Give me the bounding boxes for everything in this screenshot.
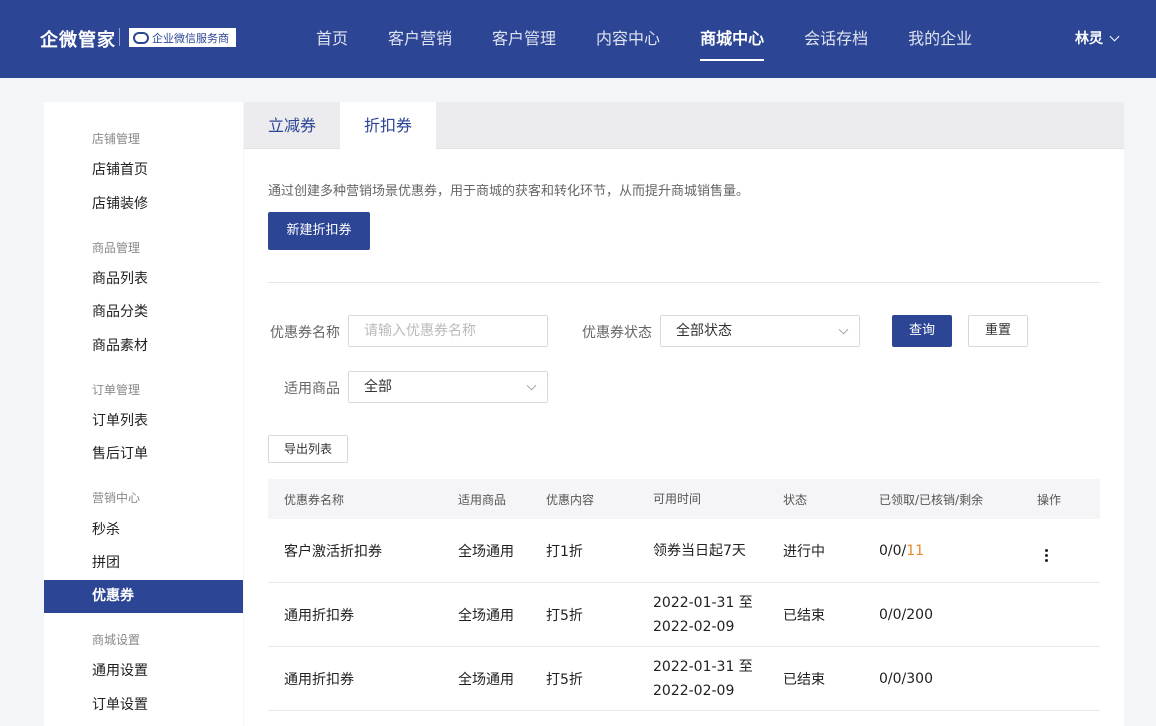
- applicable-goods-value: 全部: [364, 379, 392, 395]
- coupon-status-label: 优惠券状态: [582, 325, 652, 341]
- coupon-table: 优惠券名称 适用商品 优惠内容 可用时间 状态 已领取/已核销/剩余 操作 客户…: [268, 479, 1100, 711]
- cell-counts: 0/0/300: [879, 670, 933, 687]
- user-menu[interactable]: 林灵: [1075, 28, 1120, 48]
- main-nav: 首页 客户营销 客户管理 内容中心 商城中心 会话存档 我的企业: [296, 0, 992, 78]
- cell-time: 2022-01-31 至 2022-02-09: [653, 591, 783, 639]
- partner-badge-label: 企业微信服务商: [152, 31, 229, 45]
- sidebar-item-goods-material[interactable]: 商品素材: [44, 330, 243, 363]
- sidebar-item-flash-sale[interactable]: 秒杀: [44, 514, 243, 547]
- col-header-discount: 优惠内容: [546, 492, 595, 507]
- sidebar-group-orders: 订单管理: [92, 383, 141, 397]
- sidebar-group-store: 店铺管理: [92, 132, 141, 146]
- top-navbar: 企微管家 企业微信服务商 首页 客户营销 客户管理 内容中心 商城中心 会话存档…: [0, 0, 1156, 78]
- cell-counts-remaining: 11: [906, 542, 925, 559]
- applicable-goods-select[interactable]: 全部: [348, 371, 548, 403]
- cell-time: 领券当日起7天: [653, 539, 783, 563]
- coupon-status-value: 全部状态: [676, 323, 732, 339]
- export-list-button[interactable]: 导出列表: [268, 435, 348, 463]
- cell-goods: 全场通用: [458, 671, 514, 688]
- table-row: 通用折扣券 全场通用 打5折 2022-01-31 至 2022-02-09 已…: [268, 647, 1100, 711]
- cell-time-line1: 2022-01-31 至: [653, 594, 753, 611]
- coupon-name-input[interactable]: 请输入优惠券名称: [348, 315, 548, 347]
- applicable-goods-label: 适用商品: [284, 381, 340, 397]
- cell-name: 通用折扣券: [284, 607, 354, 624]
- col-header-goods: 适用商品: [458, 492, 507, 507]
- cell-status: 已结束: [783, 607, 825, 624]
- cell-time-line1: 2022-01-31 至: [653, 658, 753, 675]
- table-row: 通用折扣券 全场通用 打5折 2022-01-31 至 2022-02-09 已…: [268, 583, 1100, 647]
- main-panel: 立减券 折扣券 通过创建多种营销场景优惠券，用于商城的获客和转化环节，从而提升商…: [244, 102, 1124, 726]
- tab-instant-discount[interactable]: 立减券: [244, 102, 340, 149]
- col-header-time: 可用时间: [653, 492, 702, 506]
- cell-counts-prefix: 0/0/: [879, 542, 907, 559]
- col-header-counts: 已领取/已核销/剩余: [879, 492, 984, 507]
- nav-my-enterprise[interactable]: 我的企业: [888, 0, 992, 78]
- cell-status: 进行中: [783, 543, 825, 560]
- cell-name: 通用折扣券: [284, 671, 354, 688]
- chevron-down-icon: [526, 380, 537, 391]
- user-name: 林灵: [1075, 31, 1103, 47]
- more-actions-icon[interactable]: [1045, 548, 1048, 562]
- tab-discount-coupon[interactable]: 折扣券: [340, 102, 437, 149]
- sidebar-item-order-settings[interactable]: 订单设置: [44, 689, 243, 722]
- chevron-down-icon: [1109, 31, 1120, 41]
- cell-status: 已结束: [783, 671, 825, 688]
- nav-customer-management[interactable]: 客户管理: [472, 0, 576, 78]
- sidebar: 店铺管理 店铺首页 店铺装修 商品管理 商品列表 商品分类 商品素材 订单管理 …: [44, 102, 243, 726]
- sidebar-group-marketing: 营销中心: [92, 491, 141, 505]
- table-row: 客户激活折扣券 全场通用 打1折 领券当日起7天 进行中 0/0/11: [268, 519, 1100, 583]
- cell-discount: 打5折: [546, 607, 583, 624]
- coupon-name-label: 优惠券名称: [270, 325, 340, 341]
- cell-time-line2: 2022-02-09: [653, 682, 735, 699]
- cell-goods: 全场通用: [458, 543, 514, 560]
- sidebar-item-after-sales[interactable]: 售后订单: [44, 438, 243, 471]
- coupon-tabs: 立减券 折扣券: [244, 102, 1124, 149]
- col-header-name: 优惠券名称: [284, 492, 345, 507]
- cell-discount: 打5折: [546, 671, 583, 688]
- reset-button[interactable]: 重置: [968, 315, 1028, 347]
- sidebar-item-coupons[interactable]: 优惠券: [44, 580, 243, 613]
- nav-content-center[interactable]: 内容中心: [576, 0, 680, 78]
- nav-mall-center[interactable]: 商城中心: [680, 0, 784, 78]
- page-description: 通过创建多种营销场景优惠券，用于商城的获客和转化环节，从而提升商城销售量。: [268, 184, 750, 199]
- sidebar-item-group-buy[interactable]: 拼团: [44, 547, 243, 580]
- cell-discount: 打1折: [546, 543, 583, 560]
- brand-divider: [119, 28, 120, 46]
- cell-goods: 全场通用: [458, 607, 514, 624]
- chevron-down-icon: [838, 324, 849, 335]
- sidebar-item-general-settings[interactable]: 通用设置: [44, 655, 243, 688]
- sidebar-item-order-list[interactable]: 订单列表: [44, 405, 243, 438]
- coupon-status-select[interactable]: 全部状态: [660, 315, 860, 347]
- cell-counts: 0/0/11: [879, 543, 1036, 559]
- sidebar-item-store-home[interactable]: 店铺首页: [44, 154, 243, 187]
- nav-customer-marketing[interactable]: 客户营销: [368, 0, 472, 78]
- nav-home[interactable]: 首页: [296, 0, 368, 78]
- query-button[interactable]: 查询: [892, 315, 952, 347]
- brand-logo[interactable]: 企微管家: [40, 26, 116, 52]
- cell-counts: 0/0/200: [879, 606, 933, 623]
- partner-badge: 企业微信服务商: [129, 28, 236, 47]
- table-header: 优惠券名称 适用商品 优惠内容 可用时间 状态 已领取/已核销/剩余 操作: [268, 479, 1100, 519]
- cell-time-line2: 2022-02-09: [653, 618, 735, 635]
- create-discount-coupon-button[interactable]: 新建折扣券: [268, 212, 370, 250]
- sidebar-item-store-decoration[interactable]: 店铺装修: [44, 188, 243, 221]
- sidebar-item-goods-list[interactable]: 商品列表: [44, 263, 243, 296]
- nav-chat-archive[interactable]: 会话存档: [784, 0, 888, 78]
- sidebar-item-goods-category[interactable]: 商品分类: [44, 296, 243, 329]
- cell-actions: [1036, 540, 1100, 562]
- col-header-actions: 操作: [1037, 492, 1062, 507]
- sidebar-group-mall-settings: 商城设置: [92, 633, 141, 647]
- section-divider: [268, 282, 1100, 283]
- cell-time-line1: 领券当日起7天: [653, 542, 746, 559]
- cell-time: 2022-01-31 至 2022-02-09: [653, 655, 783, 703]
- sidebar-group-goods: 商品管理: [92, 241, 141, 255]
- cloud-icon: [133, 31, 149, 44]
- cell-name: 客户激活折扣券: [284, 543, 382, 560]
- col-header-status: 状态: [783, 492, 808, 507]
